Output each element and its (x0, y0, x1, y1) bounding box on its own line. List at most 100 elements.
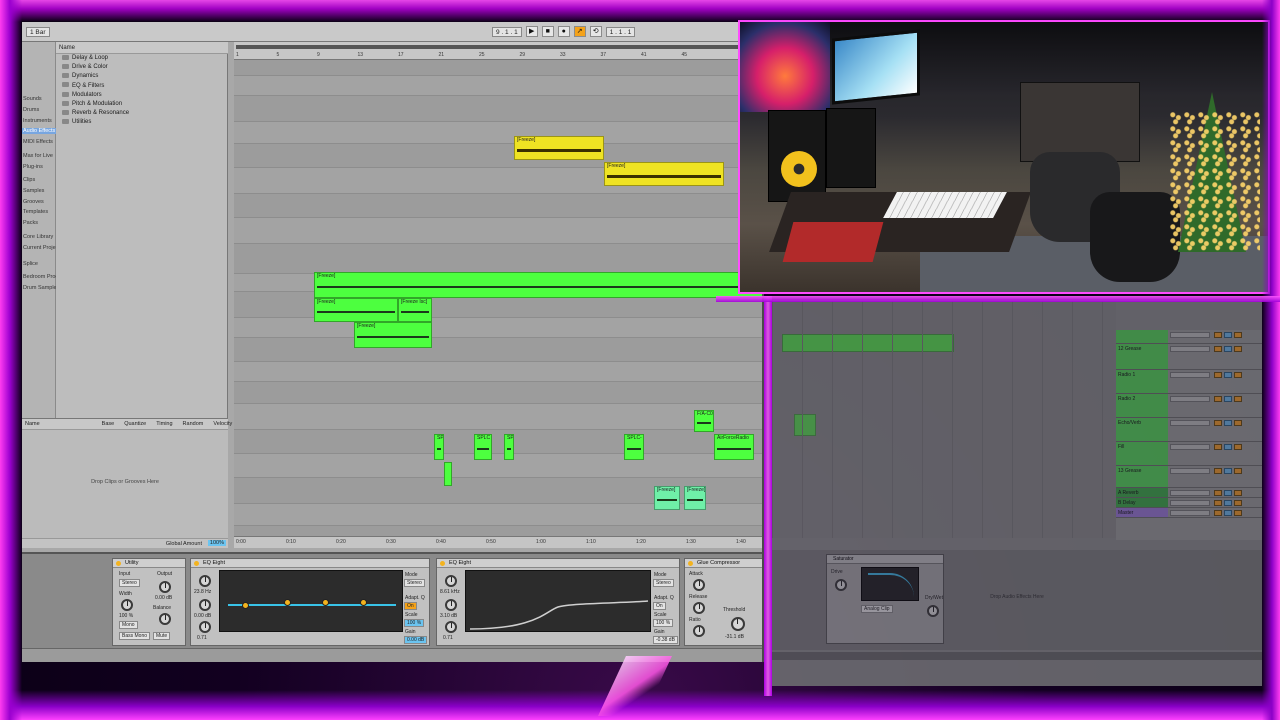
browser-place-item[interactable]: MIDI Effects (22, 139, 56, 145)
quantize-selector[interactable]: 1 Bar (26, 27, 50, 37)
arrangement-track-lane[interactable] (234, 382, 762, 404)
eq1-graph[interactable] (219, 570, 403, 632)
browser-place-item[interactable]: Clips (22, 177, 56, 183)
eq1-band-3[interactable] (322, 599, 329, 606)
eq1-gain-knob[interactable] (199, 599, 211, 611)
browser-place-item[interactable]: Drums (22, 107, 56, 113)
time-ruler[interactable]: 0:00 0:10 0:20 0:30 0:40 0:50 1:00 1:10 1:20 1:30… (234, 536, 762, 548)
utility-gain-knob[interactable] (159, 581, 171, 593)
arrangement-track-lane[interactable] (234, 96, 762, 122)
eq2-freq-knob[interactable] (445, 575, 457, 587)
arrangement-track-lane[interactable] (234, 122, 762, 144)
eq2-gainout-value[interactable]: -0.38 dB (653, 636, 678, 644)
arrangement-clip[interactable]: [Freeze] (354, 322, 432, 348)
glue-ratio-knob[interactable] (693, 625, 705, 637)
eq2-title[interactable]: EQ Eight (437, 559, 679, 568)
arrangement-track-lane[interactable] (234, 454, 762, 478)
arrangement-clip[interactable]: SPLC (474, 434, 492, 460)
utility-width-knob[interactable] (121, 599, 133, 611)
browser-folder-item[interactable]: Reverb & Resonance (56, 109, 228, 118)
eq2-graph[interactable] (465, 570, 651, 632)
browser-folder-item[interactable]: Dynamics (56, 72, 228, 81)
beat-ruler[interactable]: 1 5 9 13 17 21 25 29 33 37 41 45 (234, 42, 762, 60)
glue-release-knob[interactable] (693, 602, 705, 614)
arrangement-view[interactable]: 1 5 9 13 17 21 25 29 33 37 41 45 [Freeze] [Freeze] [F… (234, 42, 762, 548)
arrangement-clip[interactable]: AirForceRadio (714, 434, 754, 460)
loop-icon[interactable]: ⟲ (589, 26, 602, 37)
eq1-freq-knob[interactable] (199, 575, 211, 587)
follow-icon[interactable]: ↗ (573, 26, 586, 37)
eq1-q-knob[interactable] (199, 621, 211, 633)
browser-folder-item[interactable]: Utilities (56, 118, 228, 127)
browser-place-item[interactable]: Drum Samples (22, 285, 56, 291)
eq1-band-2[interactable] (284, 599, 291, 606)
browser-place-item[interactable]: Audio Effects (22, 128, 56, 135)
loop-start[interactable]: 1 . 1 . 1 (605, 26, 636, 37)
arrangement-track-lane[interactable] (234, 430, 762, 454)
arrangement-track-lane[interactable] (234, 338, 762, 362)
browser-place-item[interactable]: Grooves (22, 199, 56, 205)
browser-place-item[interactable]: Instruments (22, 118, 56, 124)
browser-place-item[interactable]: Samples (22, 188, 56, 194)
browser-place-item[interactable]: Current Project (22, 245, 56, 251)
browser-folder-item[interactable]: EQ & Filters (56, 82, 228, 91)
eq1-gainout-value[interactable]: 0.00 dB (404, 636, 428, 644)
browser-place-item[interactable]: Splice (22, 261, 56, 267)
arrangement-clip[interactable]: F/A-C0 (694, 410, 714, 432)
song-position[interactable]: 9 . 1 . 1 (492, 26, 522, 37)
eq1-title[interactable]: EQ Eight (191, 559, 429, 568)
arrangement-clip-small[interactable] (444, 462, 452, 486)
browser-place-item[interactable]: Core Library (22, 234, 56, 240)
stop-icon[interactable]: ■ (541, 26, 554, 37)
utility-mute-button[interactable]: Mute (153, 632, 171, 640)
arrangement-clip[interactable]: [Freeze] (314, 272, 762, 298)
global-amount-value[interactable]: 100% (207, 540, 226, 546)
glue-threshold-knob[interactable] (731, 617, 745, 631)
browser-folder-item[interactable]: Drive & Color (56, 63, 228, 72)
browser-place-item[interactable]: Plug-ins (22, 164, 56, 170)
arrangement-clip[interactable]: [Freeze] (684, 486, 706, 510)
eq1-band-4[interactable] (360, 599, 367, 606)
arrangement-track-lane[interactable] (234, 404, 762, 430)
eq2-stereo-select[interactable]: Stereo (653, 579, 674, 587)
utility-bass-mono-button[interactable]: Bass Mono (119, 632, 151, 640)
browser-folder-item[interactable]: Modulators (56, 91, 228, 100)
browser-folder-item[interactable]: Delay & Loop (56, 54, 228, 63)
eq2-adaptq-toggle[interactable]: On (653, 602, 666, 610)
eq2-q-knob[interactable] (445, 621, 457, 633)
browser-place-item[interactable]: Max for Live (22, 153, 56, 159)
utility-stereo-select[interactable]: Stereo (119, 579, 140, 587)
browser-place-item[interactable]: Sounds (22, 96, 56, 102)
eq1-band-1[interactable] (242, 602, 249, 609)
arrangement-track-lane[interactable] (234, 218, 762, 244)
arrangement-track-lane[interactable] (234, 60, 762, 76)
browser-place-item[interactable]: Templates (22, 209, 56, 215)
arrangement-clip[interactable]: SPL (504, 434, 514, 460)
glue-title[interactable]: Glue Compressor (685, 559, 762, 568)
eq1-scale-value[interactable]: 100 % (404, 619, 425, 627)
record-icon[interactable]: ● (557, 26, 570, 37)
browser-place-item[interactable]: Packs (22, 220, 56, 226)
browser-place-item[interactable]: Bedroom Producer (22, 274, 56, 280)
arrangement-track-lane[interactable] (234, 76, 762, 96)
arrangement-clip[interactable]: SPL (434, 434, 444, 460)
arrangement-track-lane[interactable] (234, 362, 762, 382)
arrangement-clip[interactable]: [Freeze Isc] (398, 298, 432, 322)
arrangement-clip[interactable]: [Freeze] (314, 298, 398, 322)
arrangement-clip[interactable]: [Freeze] (514, 136, 604, 160)
play-icon[interactable]: ▶ (525, 26, 538, 37)
arrangement-clip[interactable]: [Freeze] (604, 162, 724, 186)
browser-folder-item[interactable]: Pitch & Modulation (56, 100, 228, 109)
arrangement-clip[interactable]: SPLC- (624, 434, 644, 460)
arrangement-track-lane[interactable] (234, 244, 762, 274)
eq1-stereo-select[interactable]: Stereo (404, 579, 425, 587)
eq2-scale-value[interactable]: 100 % (653, 619, 674, 627)
eq2-gain-knob[interactable] (445, 599, 457, 611)
arrangement-track-lane[interactable] (234, 194, 762, 218)
eq1-adaptq-toggle[interactable]: On (404, 602, 417, 610)
loop-brace[interactable] (236, 45, 761, 49)
arrangement-clip[interactable]: [Freeze] (654, 486, 680, 510)
utility-title[interactable]: Utility (113, 559, 185, 568)
utility-mono-button[interactable]: Mono (119, 621, 138, 629)
utility-balance-knob[interactable] (159, 613, 171, 625)
